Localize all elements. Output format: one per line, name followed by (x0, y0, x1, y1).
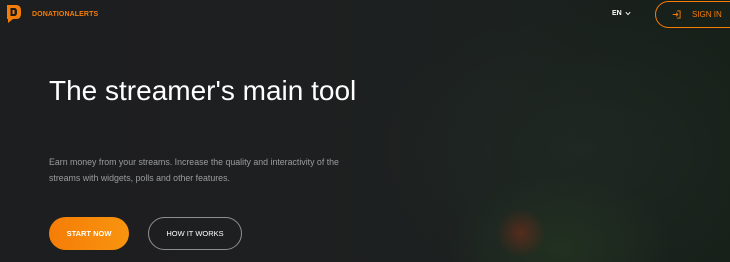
start-now-label: START NOW (66, 229, 112, 238)
how-it-works-label: HOW IT WORKS (166, 229, 224, 238)
brand-name[interactable]: DONATIONALERTS (32, 11, 98, 18)
sign-in-button[interactable]: SIGN IN (655, 1, 730, 28)
language-label: EN (612, 10, 622, 17)
sign-in-icon (672, 10, 681, 19)
top-navbar: DONATIONALERTS EN SIGN IN (0, 0, 730, 30)
how-it-works-button[interactable]: HOW IT WORKS (148, 217, 242, 250)
language-selector[interactable]: EN (612, 10, 631, 17)
donationalerts-logo-icon[interactable] (6, 4, 22, 24)
hero-subtitle: Earn money from your streams. Increase t… (49, 157, 339, 183)
sign-in-label: SIGN IN (692, 10, 722, 19)
start-now-button[interactable]: START NOW (49, 217, 129, 250)
chevron-down-icon (625, 11, 631, 16)
hero-title: The streamer's main tool (49, 75, 357, 106)
background-glow (496, 208, 546, 258)
